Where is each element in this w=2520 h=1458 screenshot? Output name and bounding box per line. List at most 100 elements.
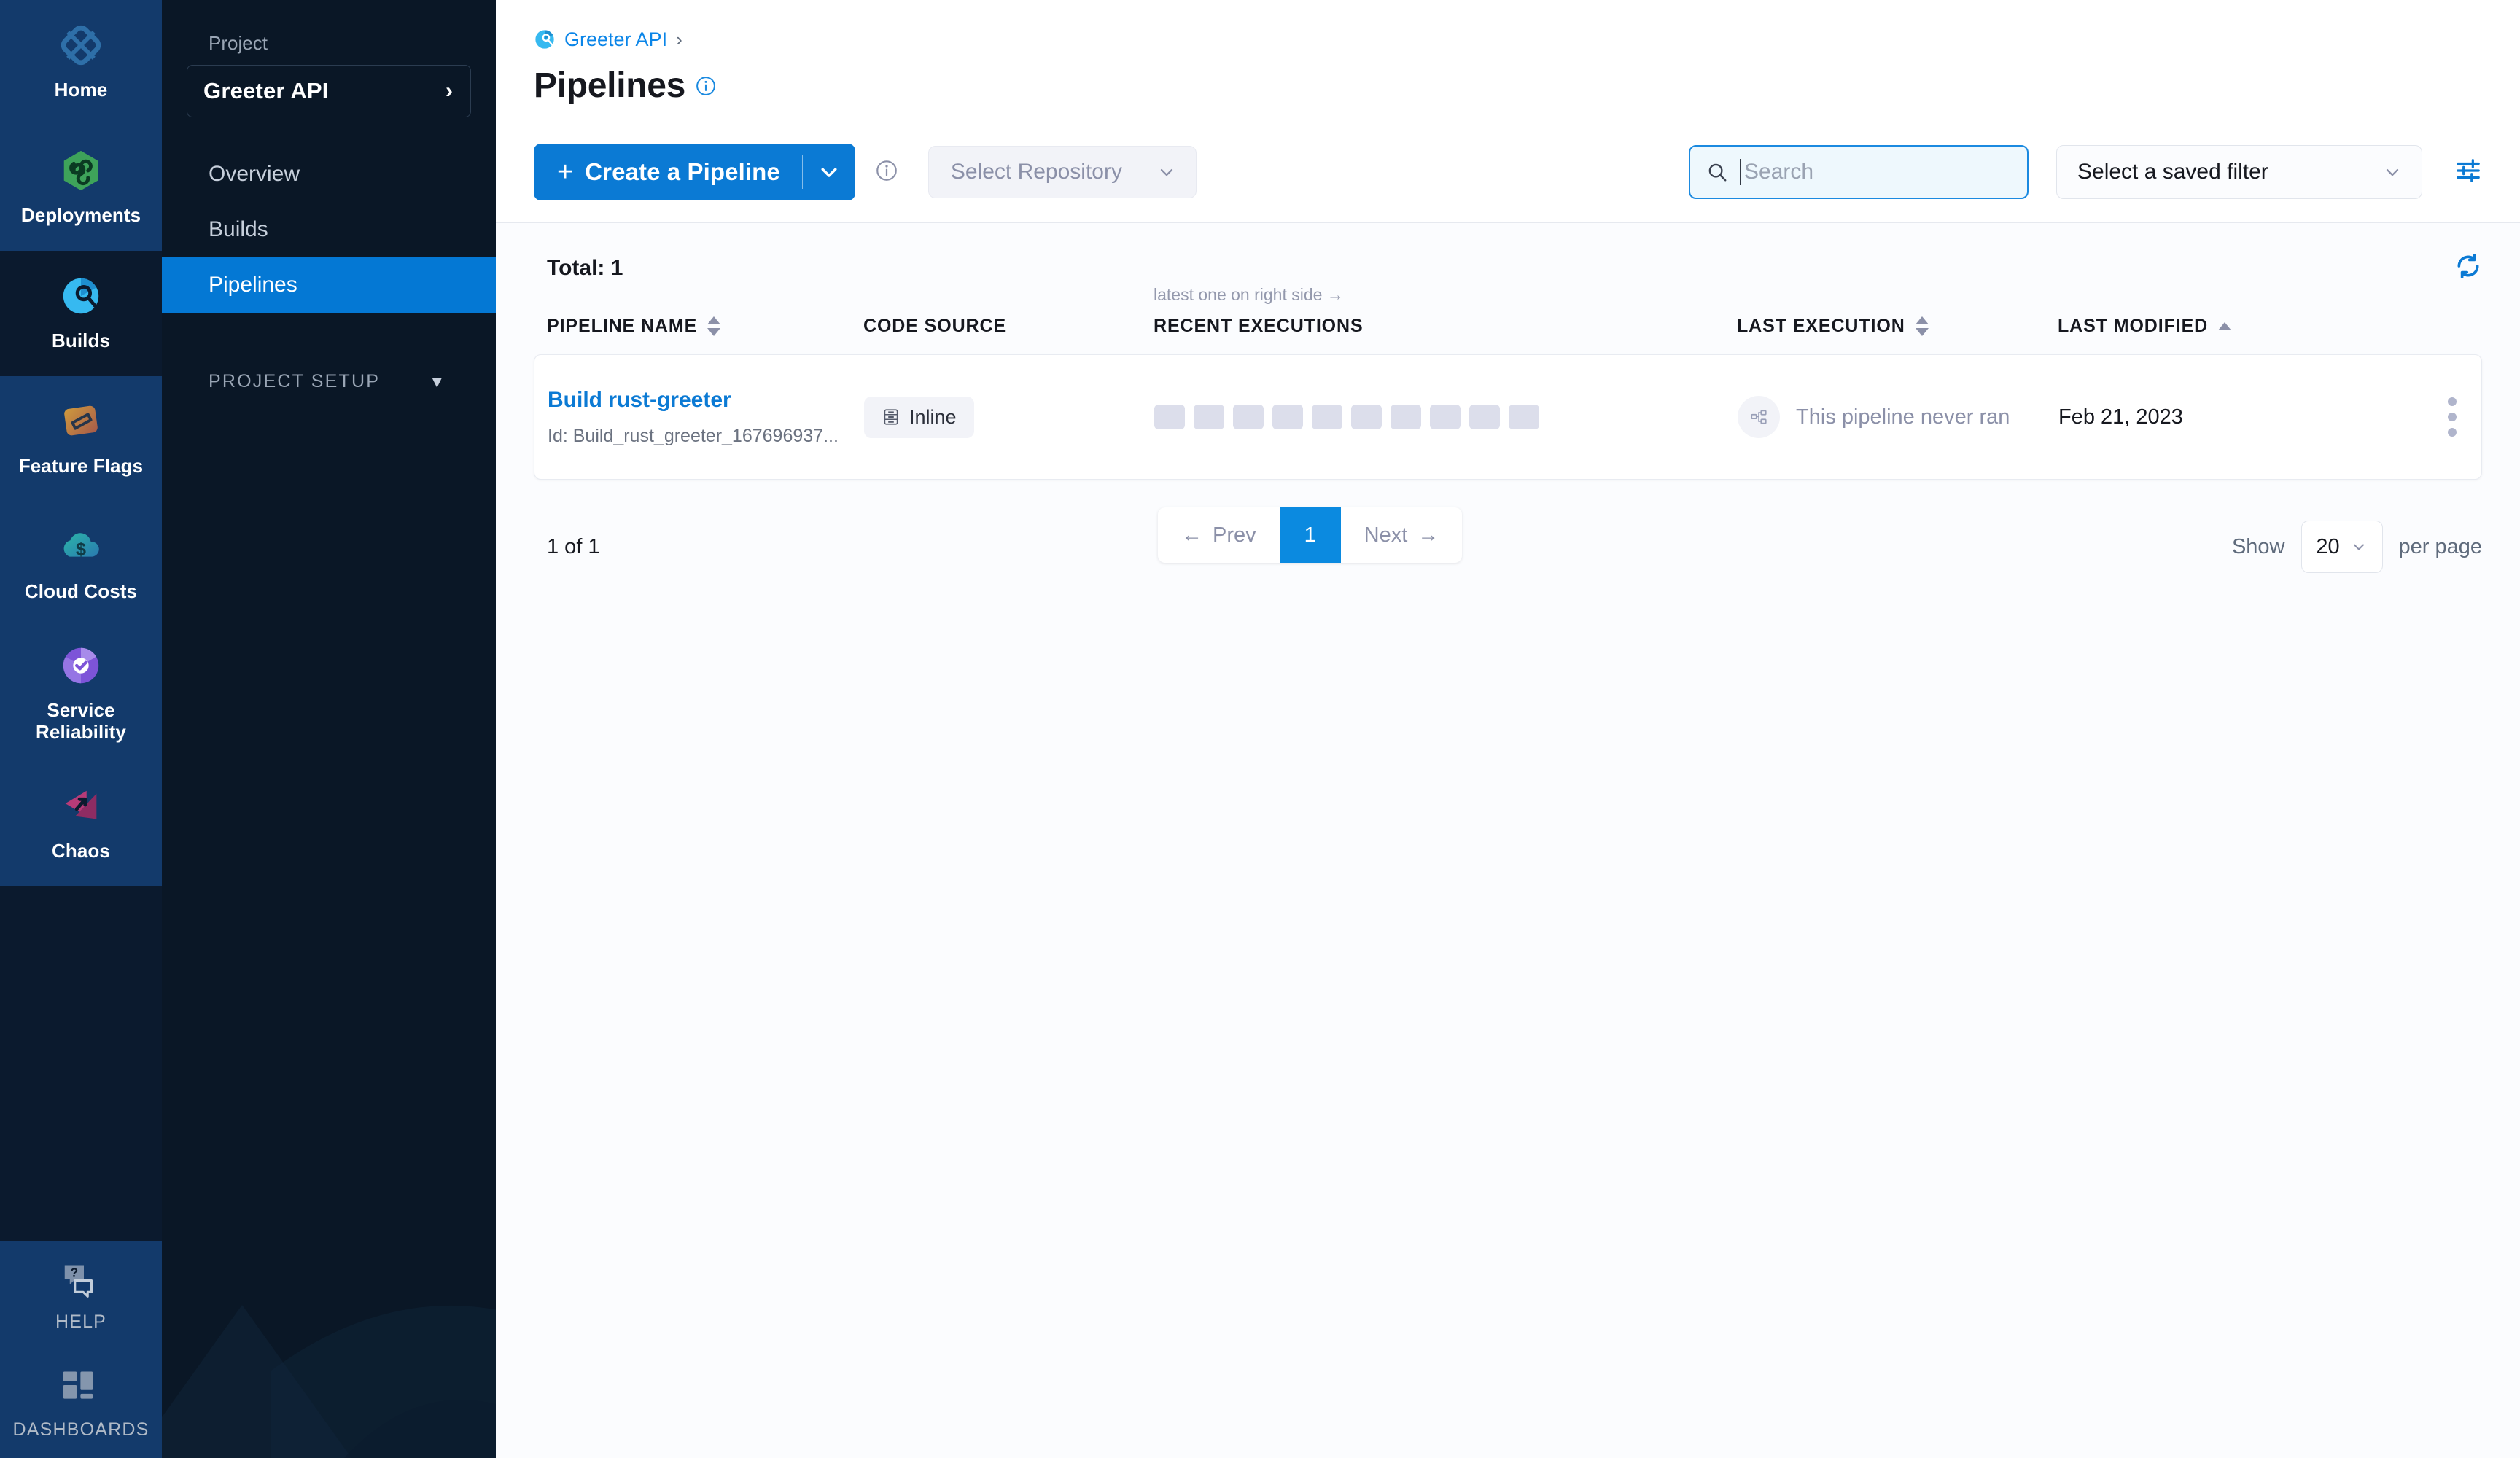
project-selector-value: Greeter API [203,78,329,104]
arrow-left-icon: ← [1181,523,1202,547]
table-header: PIPELINE NAME CODE SOURCE latest one on … [534,284,2482,354]
filter-settings-icon[interactable] [2454,157,2482,188]
rail-item-label: Service Reliability [36,699,126,743]
total-count: Total: 1 [547,255,623,280]
create-pipeline-label: Create a Pipeline [585,158,780,185]
refresh-icon[interactable] [2454,252,2482,284]
saved-filter-dropdown[interactable]: Select a saved filter [2056,145,2422,199]
execution-bar[interactable] [1233,405,1264,429]
search-placeholder: Search [1744,160,1814,184]
sidebar-item-builds[interactable]: Builds [162,202,496,257]
column-header-recent-executions: latest one on right side → RECENT EXECUT… [1154,285,1737,337]
rail-item-dashboards[interactable]: DASHBOARDS [0,1349,162,1458]
rail-item-help[interactable]: ? HELP [0,1241,162,1350]
rail-item-label: DASHBOARDS [12,1419,149,1441]
execution-bar[interactable] [1272,405,1303,429]
page-size-group: Show 20 per page [2232,521,2482,573]
rail-item-chaos[interactable]: Chaos [0,760,162,886]
execution-bar[interactable] [1469,405,1500,429]
pagination-prev-button[interactable]: ← Prev [1158,507,1280,563]
project-label: Project [209,32,268,54]
pipeline-name-link[interactable]: Build rust-greeter [548,388,864,413]
plus-icon: + [557,157,574,187]
show-label: Show [2231,534,2285,558]
rail-item-service-reliability[interactable]: Service Reliability [0,627,162,761]
row-options-menu-icon[interactable] [2448,397,2457,437]
arrow-right-icon: → [1418,523,1439,547]
rail-item-builds[interactable]: Builds [0,251,162,376]
home-diamond-icon [58,23,104,68]
execution-bar[interactable] [1194,405,1224,429]
chevron-down-icon [2386,168,2399,176]
project-nav-items: Overview Builds Pipelines [162,147,496,313]
column-header-label: RECENT EXECUTIONS [1154,316,1364,336]
rail-item-feature-flags[interactable]: Feature Flags [0,376,162,502]
execution-bar[interactable] [1351,405,1382,429]
sort-both-icon [707,316,721,336]
column-header-label: PIPELINE NAME [547,316,698,336]
breadcrumb-project-link[interactable]: Greeter API [564,28,667,51]
table-row[interactable]: Build rust-greeter Id: Build_rust_greete… [534,354,2482,480]
create-pipeline-button[interactable]: + Create a Pipeline [534,144,855,200]
saved-filter-value: Select a saved filter [2077,160,2268,184]
execution-bar[interactable] [1509,405,1539,429]
cell-code-source: Inline [864,396,1154,438]
decorative-background [162,1305,496,1458]
code-source-label: Inline [909,405,957,428]
search-input[interactable]: Search [1689,145,2029,199]
page-size-dropdown[interactable]: 20 [2301,521,2383,573]
rail-item-home[interactable]: Home [0,0,162,125]
rail-item-label: Cloud Costs [24,580,138,603]
last-execution-text: This pipeline never ran [1796,405,2010,429]
main-content: Greeter API › Pipelines + Create a Pipel… [496,0,2520,1458]
cell-last-execution: This pipeline never ran [1738,396,2058,438]
pagination-prev-label: Prev [1213,523,1256,547]
search-icon [1708,163,1727,182]
column-header-last-modified[interactable]: LAST MODIFIED [2058,316,2320,337]
cell-recent-executions [1154,405,1738,429]
builds-icon [58,273,104,319]
select-repository-dropdown[interactable]: Select Repository [928,146,1197,198]
pipeline-id: Id: Build_rust_greeter_167696937... [548,425,839,446]
cell-last-modified: Feb 21, 2023 [2058,405,2321,429]
cell-pipeline-name: Build rust-greeter Id: Build_rust_greete… [548,388,864,447]
pagination-page-1[interactable]: 1 [1279,507,1341,563]
execution-bar[interactable] [1154,405,1185,429]
column-header-code-source: CODE SOURCE [863,316,1154,337]
sidebar-section-label: PROJECT SETUP [209,370,381,391]
svg-text:?: ? [71,1265,79,1279]
create-pipeline-dropdown-toggle[interactable] [803,144,855,200]
rail-item-cloud-costs[interactable]: $ Cloud Costs [0,502,162,627]
module-rail: Home Deployments Builds Feature Flags $ … [0,0,162,1458]
sidebar-item-pipelines[interactable]: Pipelines [162,257,496,313]
module-rail-top: Home Deployments Builds Feature Flags $ … [0,0,162,886]
page-title-row: Pipelines [534,66,2482,125]
last-execution-group: This pipeline never ran [1738,396,2058,438]
rail-item-label: Chaos [52,839,110,862]
execution-bar[interactable] [1312,405,1342,429]
execution-bar[interactable] [1391,405,1421,429]
app-root: Home Deployments Builds Feature Flags $ … [0,0,2520,1458]
pagination-controls: ← Prev 1 Next → [1158,507,1463,563]
column-header-last-execution[interactable]: LAST EXECUTION [1737,316,2058,337]
sidebar-section-project-setup[interactable]: PROJECT SETUP ▾ [162,350,496,413]
rail-item-label: Home [54,79,108,101]
sidebar-item-overview[interactable]: Overview [162,147,496,202]
execution-bar[interactable] [1430,405,1461,429]
per-page-label: per page [2398,534,2483,558]
chevron-down-icon [1160,168,1173,176]
inline-stack-icon [884,409,898,425]
feature-flags-icon [58,399,104,444]
column-header-label: LAST MODIFIED [2058,316,2209,336]
pipelines-toolbar: + Create a Pipeline Select Repository Se… [496,125,2520,223]
project-nav: Project Greeter API › Overview Builds Pi… [162,0,496,1458]
sidebar-item-label: Overview [209,162,300,186]
rail-item-deployments[interactable]: Deployments [0,125,162,251]
info-icon[interactable] [696,76,716,96]
recent-executions-strip [1154,405,1738,429]
deployments-infinity-icon [58,148,104,193]
pagination-next-button[interactable]: Next → [1341,507,1463,563]
create-pipeline-info-icon[interactable] [876,160,898,185]
column-header-pipeline-name[interactable]: PIPELINE NAME [547,316,863,337]
project-selector[interactable]: Greeter API › [187,65,471,117]
